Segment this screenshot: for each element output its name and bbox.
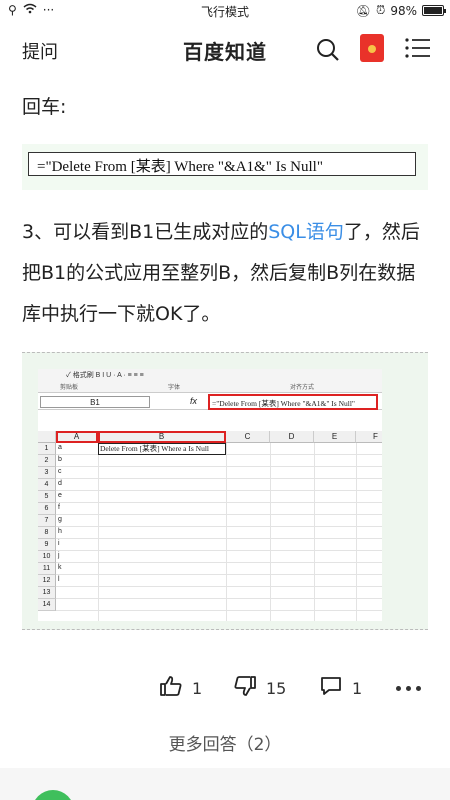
step3-text-prefix: 3、可以看到B1已生成对应的 xyxy=(22,221,269,243)
red-packet-icon[interactable] xyxy=(360,34,384,62)
like-count: 1 xyxy=(192,678,203,698)
paragraph-enter: 回车: xyxy=(22,96,67,118)
grid-row-line xyxy=(56,514,382,515)
row-header: 12 xyxy=(38,575,56,587)
row-header: 9 xyxy=(38,539,56,551)
alarm-icon: ⏰︎ xyxy=(375,3,386,17)
column-header-f: F xyxy=(356,431,382,443)
grid-row-line xyxy=(56,610,382,611)
answer-actions: 1 15 1 xyxy=(0,676,450,706)
ribbon-group-clipboard: 剪贴板 xyxy=(60,385,79,391)
ribbon-group-align: 对齐方式 xyxy=(290,385,315,391)
paragraph-step3: 3、可以看到B1已生成对应的SQL语句了，然后把B1的公式应用至整列B，然后复制… xyxy=(22,212,432,335)
excel-screenshot[interactable]: ✓ 格式刷 B I U · A · ≡ ≡ ≡ 剪贴板 字体 对齐方式 B1 f… xyxy=(22,352,428,630)
ribbon-tools: ✓ 格式刷 B I U · A · ≡ ≡ ≡ xyxy=(66,372,144,379)
select-all-corner xyxy=(38,431,56,443)
grid-row-line xyxy=(56,574,382,575)
fx-icon: fx xyxy=(190,396,198,406)
cell-a-value: e xyxy=(58,492,62,499)
grid-row-line xyxy=(56,466,382,467)
status-right: 🔕︎ ⏰︎ 98% xyxy=(355,3,446,18)
related-card xyxy=(0,768,450,800)
menu-icon[interactable] xyxy=(404,36,432,60)
grid-column-line xyxy=(226,443,227,621)
code-image: ="Delete From [某表] Where "&A1&" Is Null" xyxy=(22,144,428,190)
app-header: 提问 百度知道 xyxy=(0,22,450,78)
column-header-d: D xyxy=(270,431,314,443)
cell-a-value: j xyxy=(58,552,60,559)
ribbon-group-font: 字体 xyxy=(168,385,181,391)
cell-a-value: l xyxy=(58,576,60,583)
grid-row-line xyxy=(56,490,382,491)
comment-button[interactable]: 1 xyxy=(320,676,362,700)
cell-a-value: h xyxy=(58,528,62,535)
dislike-button[interactable]: 15 xyxy=(234,676,286,700)
grid-column-line xyxy=(270,443,271,621)
grid-row-line xyxy=(56,502,382,503)
cell-b1: Delete From [某表] Where a Is Null xyxy=(98,443,226,455)
grid-column-line xyxy=(356,443,357,621)
dislike-count: 15 xyxy=(266,678,287,698)
like-button[interactable]: 1 xyxy=(160,676,202,700)
formula-text: ="Delete From [某表] Where "&A1&" Is Null" xyxy=(208,394,378,410)
battery-percent: 98% xyxy=(390,3,417,18)
mute-icon: 🔕︎ xyxy=(355,3,371,18)
formula-bar: B1 fx ="Delete From [某表] Where "&A1&" Is… xyxy=(38,394,382,410)
row-header: 7 xyxy=(38,515,56,527)
cell-a-value: i xyxy=(58,540,60,547)
grid-row-line xyxy=(56,598,382,599)
battery-icon xyxy=(422,5,446,16)
thumbs-down-icon xyxy=(234,676,256,700)
row-header: 10 xyxy=(38,551,56,563)
avatar xyxy=(32,790,74,800)
sql-link[interactable]: SQL语句 xyxy=(268,221,344,243)
column-header-e: E xyxy=(314,431,356,443)
row-header: 3 xyxy=(38,467,56,479)
search-icon[interactable] xyxy=(314,36,342,64)
cell-a-value: c xyxy=(58,468,62,475)
grid-row-line xyxy=(56,526,382,527)
name-box: B1 xyxy=(40,396,150,408)
code-formula: ="Delete From [某表] Where "&A1&" Is Null" xyxy=(28,152,416,176)
more-options-icon[interactable] xyxy=(396,686,421,691)
row-header: 14 xyxy=(38,599,56,611)
grid-column-line xyxy=(314,443,315,621)
row-header: 2 xyxy=(38,455,56,467)
grid-row-line xyxy=(56,586,382,587)
row-header: 5 xyxy=(38,491,56,503)
row-header: 1 xyxy=(38,443,56,455)
excel-window: ✓ 格式刷 B I U · A · ≡ ≡ ≡ 剪贴板 字体 对齐方式 B1 f… xyxy=(38,369,382,621)
grid-row-line xyxy=(56,538,382,539)
excel-ribbon: ✓ 格式刷 B I U · A · ≡ ≡ ≡ 剪贴板 字体 对齐方式 xyxy=(38,369,382,393)
row-header: 13 xyxy=(38,587,56,599)
more-answers-link[interactable]: 更多回答（2） xyxy=(0,730,450,755)
row-header: 6 xyxy=(38,503,56,515)
cell-a-value: f xyxy=(58,504,60,511)
cell-a-value: a xyxy=(58,444,62,451)
highlight-col-a xyxy=(56,431,98,443)
grid-column-line xyxy=(98,443,99,621)
grid-row-line xyxy=(56,478,382,479)
column-header-c: C xyxy=(226,431,270,443)
battery-fill xyxy=(424,7,442,14)
comment-icon xyxy=(320,676,342,700)
cell-a-value: d xyxy=(58,480,62,487)
cell-a-value: b xyxy=(58,456,62,463)
cell-a-value: g xyxy=(58,516,62,523)
comment-count: 1 xyxy=(352,678,363,698)
highlight-col-b xyxy=(98,431,226,443)
row-header: 4 xyxy=(38,479,56,491)
thumbs-up-icon xyxy=(160,676,182,700)
grid-row-line xyxy=(56,550,382,551)
row-header: 11 xyxy=(38,563,56,575)
status-bar: ⚲ ··· 飞行模式 🔕︎ ⏰︎ 98% xyxy=(0,0,450,22)
cell-a-value: k xyxy=(58,564,62,571)
grid-row-line xyxy=(56,562,382,563)
row-header: 8 xyxy=(38,527,56,539)
